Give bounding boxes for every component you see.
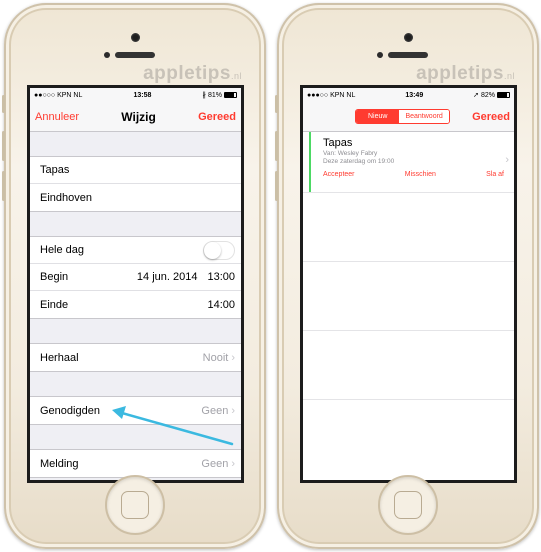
carrier-label: ●●●○○ KPN NL (307, 91, 356, 99)
earpiece-speaker (388, 52, 428, 58)
nav-bar: Annuleer Wijzig Gereed (30, 102, 241, 132)
battery-indicator: ∦ 81% (203, 91, 237, 99)
chevron-right-icon: › (231, 404, 235, 417)
repeat-label: Herhaal (40, 351, 79, 364)
invite-title: Tapas (323, 137, 353, 149)
done-button[interactable]: Gereed (198, 111, 236, 123)
invitees-value: Geen (201, 404, 229, 417)
title-location-group: Tapas Eindhoven (30, 156, 241, 212)
volume-up-button (275, 131, 278, 161)
empty-row (303, 192, 514, 261)
carrier-label: ●●○○○ KPN NL (34, 91, 83, 99)
earpiece-speaker (115, 52, 155, 58)
date-group: Hele dag Begin 14 jun. 2014 13:00 Einde … (30, 236, 241, 319)
volume-up-button (2, 131, 5, 161)
nav-bar: Nieuw Beantwoord Gereed (303, 102, 514, 132)
volume-down-button (275, 171, 278, 201)
chevron-right-icon: › (231, 351, 235, 364)
alert-label: Melding (40, 457, 79, 470)
repeat-row[interactable]: Herhaal Nooit › (30, 344, 241, 371)
invite-when: Deze zaterdag om 19:00 (323, 158, 395, 165)
front-camera (377, 52, 383, 58)
front-camera (104, 52, 110, 58)
all-day-label: Hele dag (40, 244, 85, 256)
status-bar: ●●●○○ KPN NL 13:49 ➚ 82% (303, 88, 514, 102)
location-field[interactable]: Eindhoven (30, 184, 241, 211)
volume-down-button (2, 171, 5, 201)
mute-switch (275, 95, 278, 113)
empty-row (303, 330, 514, 399)
invitees-label: Genodigden (40, 404, 100, 417)
segment-replied[interactable]: Beantwoord (399, 110, 449, 123)
battery-indicator: ➚ 82% (473, 91, 510, 99)
start-row[interactable]: Begin 14 jun. 2014 13:00 (30, 264, 241, 291)
accept-button[interactable]: Accepteer (323, 171, 355, 178)
repeat-value: Nooit (202, 351, 229, 364)
invite-from: Van: Wesley Fabry (323, 150, 378, 157)
empty-row (303, 261, 514, 330)
clock: 13:58 (133, 91, 152, 99)
alert-row[interactable]: Melding Geen › (30, 450, 241, 477)
chevron-right-icon: › (505, 154, 509, 166)
inbox-screen: ●●●○○ KPN NL 13:49 ➚ 82% Nieuw Beantwoor… (300, 85, 517, 483)
invitation-list: Tapas Van: Wesley Fabry Deze zaterdag om… (303, 132, 514, 468)
clock: 13:49 (405, 91, 424, 99)
chevron-right-icon: › (231, 457, 235, 470)
iphone-left: appletips.nl ●●○○○ KPN NL 13:58 ∦ 81% An… (2, 3, 266, 549)
battery-icon (224, 92, 237, 99)
watermark: appletips.nl (416, 63, 515, 84)
title-field[interactable]: Tapas (30, 157, 241, 184)
front-sensor (404, 33, 413, 42)
toggle-knob (204, 241, 221, 259)
end-label: Einde (40, 298, 69, 311)
done-button[interactable]: Gereed (472, 111, 510, 123)
invitees-row[interactable]: Genodigden Geen › (30, 397, 241, 424)
watermark: appletips.nl (143, 63, 242, 84)
edit-event-screen: ●●○○○ KPN NL 13:58 ∦ 81% Annuleer Wijzig… (27, 85, 244, 483)
mute-switch (2, 95, 5, 113)
home-button[interactable] (378, 475, 438, 535)
decline-button[interactable]: Sla af (486, 171, 504, 178)
start-time: 13:00 (207, 271, 235, 283)
front-sensor (131, 33, 140, 42)
start-date: 14 jun. 2014 (136, 271, 198, 283)
cancel-button[interactable]: Annuleer (35, 111, 79, 123)
all-day-row: Hele dag (30, 237, 241, 264)
start-label: Begin (40, 271, 69, 283)
alert-value: Geen (201, 457, 229, 470)
segment-new[interactable]: Nieuw (356, 110, 400, 123)
page-title: Wijzig (121, 109, 156, 124)
maybe-button[interactable]: Misschien (405, 171, 436, 178)
invitation-item[interactable]: Tapas Van: Wesley Fabry Deze zaterdag om… (309, 132, 514, 192)
inbox-segmented-control: Nieuw Beantwoord (355, 109, 450, 124)
all-day-toggle[interactable] (203, 240, 235, 260)
end-row[interactable]: Einde 14:00 (30, 291, 241, 318)
iphone-right: appletips.nl ●●●○○ KPN NL 13:49 ➚ 82% Ni… (275, 3, 539, 549)
home-button[interactable] (105, 475, 165, 535)
status-bar: ●●○○○ KPN NL 13:58 ∦ 81% (30, 88, 241, 102)
end-time: 14:00 (207, 298, 235, 311)
battery-icon (496, 92, 510, 99)
empty-row (303, 399, 514, 468)
